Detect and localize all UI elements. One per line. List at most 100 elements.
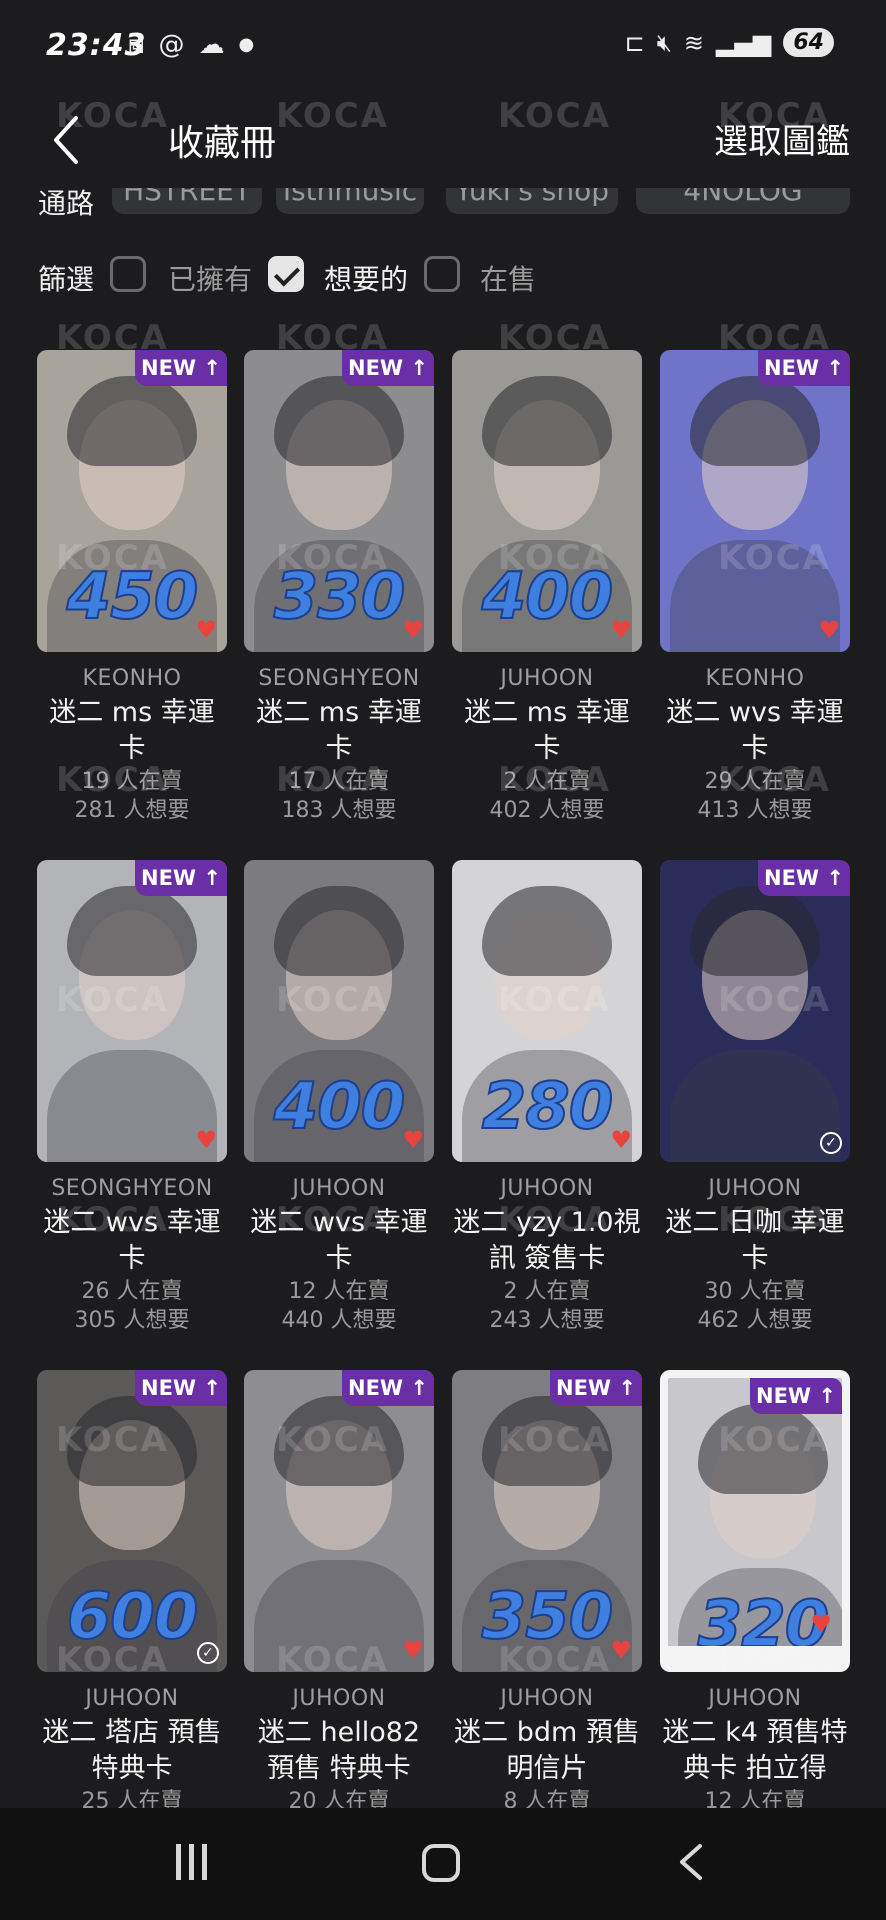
owned-check-icon: ✓ [820,1132,842,1154]
photo-figure [670,1050,840,1162]
card-title: 迷二 yzy 1.0視訊 簽售卡 [453,1207,641,1274]
selling-count: 2 人在賣 [503,769,591,794]
heart-icon[interactable]: ♥ [810,1610,832,1638]
new-badge: NEW ↑ [135,1370,227,1406]
collection-card[interactable]: NEW ↑ ✓ JUHOON 迷二 日咖 幸運卡 30 人在賣 462 人想要 [660,860,850,1335]
card-title: 迷二 塔店 預售特典卡 [42,1717,222,1784]
collection-card[interactable]: NEW ↑ 330 ♥ SEONGHYEON 迷二 ms 幸運卡 17 人在賣 183 人想… [244,350,434,825]
new-badge: NEW ↑ [135,860,227,896]
collection-card[interactable]: NEW ↑600✓JUHOON迷二 塔店 預售特典卡25 人在賣240 人想要 [37,1370,227,1845]
heart-icon[interactable]: ♥ [402,616,424,644]
heart-icon[interactable]: ♥ [402,1126,424,1154]
collection-card[interactable]: NEW ↑ 450 ♥ KEONHO 迷二 ms 幸運卡 19 人在賣 281 人想要 [37,350,227,825]
new-badge: NEW ↑ [135,350,227,386]
photo-figure [67,886,197,976]
price-overlay: 400 [273,1069,407,1145]
photo-figure [698,1404,828,1494]
card-title: 迷二 k4 預售特典卡 拍立得 [662,1717,848,1784]
card-title: 迷二 日咖 幸運卡 [665,1207,845,1274]
new-badge: NEW ↑ [342,1370,434,1406]
photo-figure [254,1560,424,1672]
member-name: JUHOON [292,1176,386,1201]
selling-count: 12 人在賣 [288,1279,390,1304]
photo-figure [274,886,404,976]
photo-figure [47,1050,217,1162]
home-button[interactable] [422,1844,460,1882]
card-photo[interactable]: NEW ↑ 320 ♥ [660,1370,850,1672]
card-photo[interactable]: NEW ↑ ♥ [660,350,850,652]
selling-count: 30 人在賣 [704,1279,806,1304]
photo-figure [274,1396,404,1486]
collection-card[interactable]: NEW ↑350♥JUHOON迷二 bdm 預售明信片8 人在賣131 人想要 [452,1370,642,1845]
photo-figure [482,376,612,466]
card-photo[interactable]: NEW ↑ 450 ♥ [37,350,227,652]
selling-count: 26 人在賣 [81,1279,183,1304]
heart-icon[interactable]: ♥ [402,1636,424,1664]
heart-icon[interactable]: ♥ [610,616,632,644]
member-name: JUHOON [500,1686,594,1711]
card-photo[interactable]: 400 ♥ [452,350,642,652]
card-photo[interactable]: NEW ↑ ♥ [244,1370,434,1672]
photo-figure [67,1396,197,1486]
selling-count: 17 人在賣 [288,769,390,794]
card-photo[interactable]: NEW ↑ 600 ✓ [37,1370,227,1672]
heart-icon[interactable]: ♥ [195,616,217,644]
card-title: 迷二 hello82 預售 特典卡 [257,1717,421,1784]
heart-icon[interactable]: ♥ [610,1636,632,1664]
collection-card[interactable]: 280 ♥ JUHOON 迷二 yzy 1.0視訊 簽售卡 2 人在賣 243 人想要 [452,860,642,1335]
member-name: JUHOON [708,1686,802,1711]
heart-icon[interactable]: ♥ [818,616,840,644]
price-overlay: 350 [481,1579,615,1655]
card-photo[interactable]: 400 ♥ [244,860,434,1162]
wanting-count: 462 人想要 [697,1308,813,1333]
price-overlay: 600 [66,1579,200,1655]
collection-card[interactable]: NEW ↑♥JUHOON迷二 hello82 預售 特典卡20 人在賣340 人… [244,1370,434,1845]
new-badge: NEW ↑ [342,350,434,386]
photo-figure [67,376,197,466]
wanting-count: 243 人想要 [489,1308,605,1333]
wanting-count: 183 人想要 [281,798,397,823]
wanting-count: 402 人想要 [489,798,605,823]
card-photo[interactable]: NEW ↑ 330 ♥ [244,350,434,652]
photo-figure [274,376,404,466]
price-overlay: 280 [481,1069,615,1145]
card-title: 迷二 wvs 幸運卡 [43,1207,221,1274]
card-title: 迷二 ms 幸運卡 [49,697,215,764]
card-photo[interactable]: 280 ♥ [452,860,642,1162]
price-overlay: 400 [481,559,615,635]
card-title: 迷二 wvs 幸運卡 [666,697,844,764]
wanting-count: 281 人想要 [74,798,190,823]
member-name: SEONGHYEON [258,666,420,691]
collection-card[interactable]: NEW ↑ ♥ KEONHO 迷二 wvs 幸運卡 29 人在賣 413 人想要 [660,350,850,825]
member-name: KEONHO [82,666,182,691]
heart-icon[interactable]: ♥ [195,1126,217,1154]
wanting-count: 305 人想要 [74,1308,190,1333]
photo-figure [690,886,820,976]
member-name: JUHOON [500,1176,594,1201]
owned-check-icon: ✓ [197,1642,219,1664]
collection-card[interactable]: 400 ♥ JUHOON 迷二 ms 幸運卡 2 人在賣 402 人想要 [452,350,642,825]
nav-back-icon[interactable] [676,1842,706,1882]
collection-card[interactable]: 400 ♥ JUHOON 迷二 wvs 幸運卡 12 人在賣 440 人想要 [244,860,434,1335]
new-badge: NEW ↑ [758,860,850,896]
system-nav-bar [0,1808,886,1920]
price-overlay: 330 [273,559,407,635]
card-photo[interactable]: NEW ↑ 350 ♥ [452,1370,642,1672]
heart-icon[interactable]: ♥ [610,1126,632,1154]
photo-figure [482,886,612,976]
card-photo[interactable]: NEW ↑ ✓ [660,860,850,1162]
wanting-count: 413 人想要 [697,798,813,823]
photo-figure [690,376,820,466]
photo-figure [670,540,840,652]
card-photo[interactable]: NEW ↑ ♥ [37,860,227,1162]
recents-button[interactable] [172,1842,212,1882]
card-title: 迷二 bdm 預售明信片 [454,1717,640,1784]
price-overlay: 450 [66,559,200,635]
collection-card[interactable]: NEW ↑320♥JUHOON迷二 k4 預售特典卡 拍立得12 人在賣176 … [660,1370,850,1845]
collection-card[interactable]: NEW ↑ ♥ SEONGHYEON 迷二 wvs 幸運卡 26 人在賣 305 人想要 [37,860,227,1335]
new-badge: NEW ↑ [750,1378,842,1414]
selling-count: 19 人在賣 [81,769,183,794]
card-title: 迷二 ms 幸運卡 [256,697,422,764]
member-name: SEONGHYEON [51,1176,213,1201]
selling-count: 29 人在賣 [704,769,806,794]
